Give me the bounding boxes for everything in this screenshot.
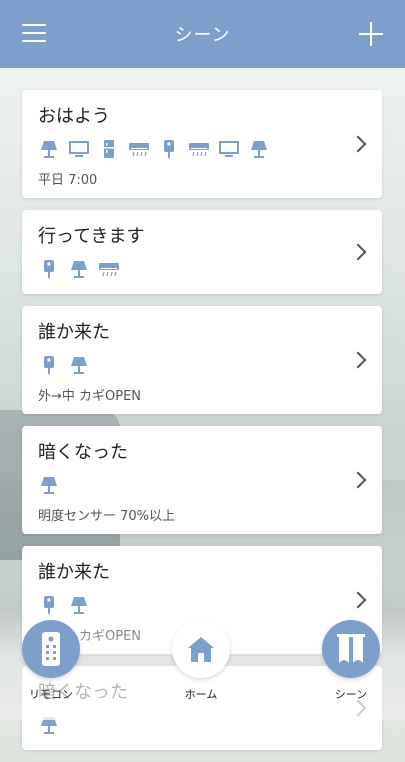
lamp-icon [248,139,270,159]
scene-name: 暗くなった [38,442,128,463]
lamp-icon [68,355,90,375]
scene-card[interactable]: 行ってきます [22,210,382,294]
lamp-icon [68,259,90,279]
menu-icon[interactable] [22,24,46,44]
key-icon [158,139,180,159]
aircon-icon [188,139,210,159]
aircon-icon [128,139,150,159]
scene-trigger: 平日 7:00 [38,173,98,188]
tv-icon [68,139,90,159]
add-scene-button[interactable] [359,22,383,46]
app-header: シーン [0,0,405,68]
scene-card[interactable]: 誰か来た外→中 カギOPEN [22,306,382,414]
remote-button[interactable] [22,620,80,678]
key-icon [38,259,60,279]
scene-card[interactable]: 暗くなった明度センサー 70%以上 [22,426,382,534]
scene-name: 行ってきます [38,226,145,247]
home-button[interactable] [172,620,230,678]
tv-icon [218,139,240,159]
scene-card[interactable]: おはよう平日 7:00 [22,90,382,198]
curtain-icon [337,634,365,663]
scene-name: 誰か来た [38,322,110,343]
scene-name: おはよう [38,106,110,127]
aircon-icon [98,259,120,279]
scene-button[interactable] [322,620,380,678]
scene-label: シーン [334,688,368,701]
scene-trigger: 明度センサー 70%以上 [38,509,176,524]
scene-trigger: 外→中 カギOPEN [38,389,142,404]
scene-name: 誰か来た [38,562,110,583]
lamp-icon [38,475,60,495]
remote-label: リモコン [29,688,73,701]
page-title: シーン [174,25,231,46]
fridge-icon [98,139,120,159]
remote-icon [42,632,60,666]
home-icon [188,637,214,662]
lamp-icon [38,139,60,159]
key-icon [38,355,60,375]
scene-device-icons [38,354,366,376]
home-label: ホーム [184,688,218,701]
scene-device-icons [38,138,366,160]
scene-device-icons [38,474,366,496]
scene-device-icons [38,258,366,280]
